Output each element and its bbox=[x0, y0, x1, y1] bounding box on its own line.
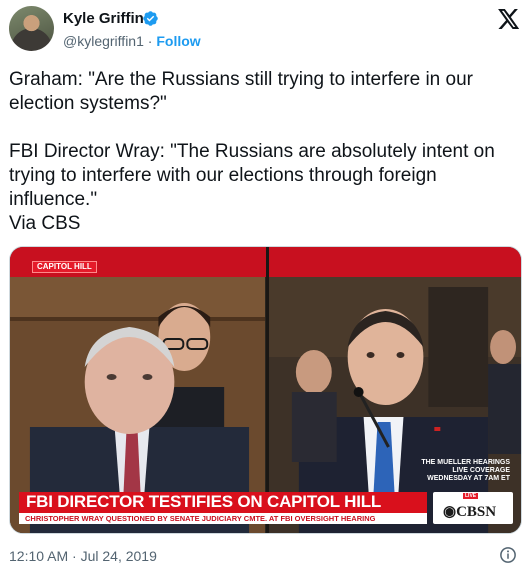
network-name: CBSN bbox=[456, 504, 497, 520]
tweet-line-graham: Graham: "Are the Russians still trying t… bbox=[9, 69, 473, 114]
promo-text: THE MUELLER HEARINGS LIVE COVERAGE WEDNE… bbox=[420, 459, 510, 483]
tweet-text: Graham: "Are the Russians still trying t… bbox=[9, 68, 519, 236]
lower-third-headline: FBI DIRECTOR TESTIFIES ON CAPITOL HILL bbox=[26, 492, 382, 511]
follow-button[interactable]: Follow bbox=[156, 33, 200, 49]
location-tag: CAPITOL HILL bbox=[32, 261, 97, 273]
author-avatar[interactable] bbox=[9, 6, 54, 51]
x-logo-icon[interactable] bbox=[498, 9, 520, 29]
lower-third-subheadline: CHRISTOPHER WRAY QUESTIONED BY SENATE JU… bbox=[19, 513, 427, 524]
cbs-eye-icon: ◉ bbox=[443, 504, 457, 520]
verified-badge-icon bbox=[143, 11, 158, 26]
promo-line-2: LIVE COVERAGE bbox=[452, 467, 510, 474]
tweet-media[interactable]: CAPITOL HILL THE MUELLER HEARINGS LIVE C… bbox=[9, 246, 522, 534]
info-icon[interactable] bbox=[499, 546, 517, 564]
promo-line-3: WEDNESDAY AT 7AM ET bbox=[427, 475, 510, 482]
network-logo-box: LIVE ◉CBSN bbox=[433, 492, 513, 524]
live-label: LIVE bbox=[463, 493, 479, 499]
handle-separator: · bbox=[143, 33, 157, 49]
promo-line-1: THE MUELLER HEARINGS bbox=[421, 459, 510, 466]
author-handle[interactable]: @kylegriffin1 bbox=[63, 33, 144, 49]
tweet-timestamp[interactable]: 12:10 AM · Jul 24, 2019 bbox=[9, 548, 157, 564]
network-logo: ◉CBSN bbox=[443, 502, 496, 521]
split-screen-divider bbox=[266, 247, 269, 533]
tweet-line-wray: FBI Director Wray: "The Russians are abs… bbox=[9, 141, 495, 210]
author-name[interactable]: Kyle Griffin bbox=[63, 10, 144, 27]
tweet-line-source: Via CBS bbox=[9, 213, 81, 234]
author-handle-row: @kylegriffin1 · Follow bbox=[63, 33, 201, 49]
